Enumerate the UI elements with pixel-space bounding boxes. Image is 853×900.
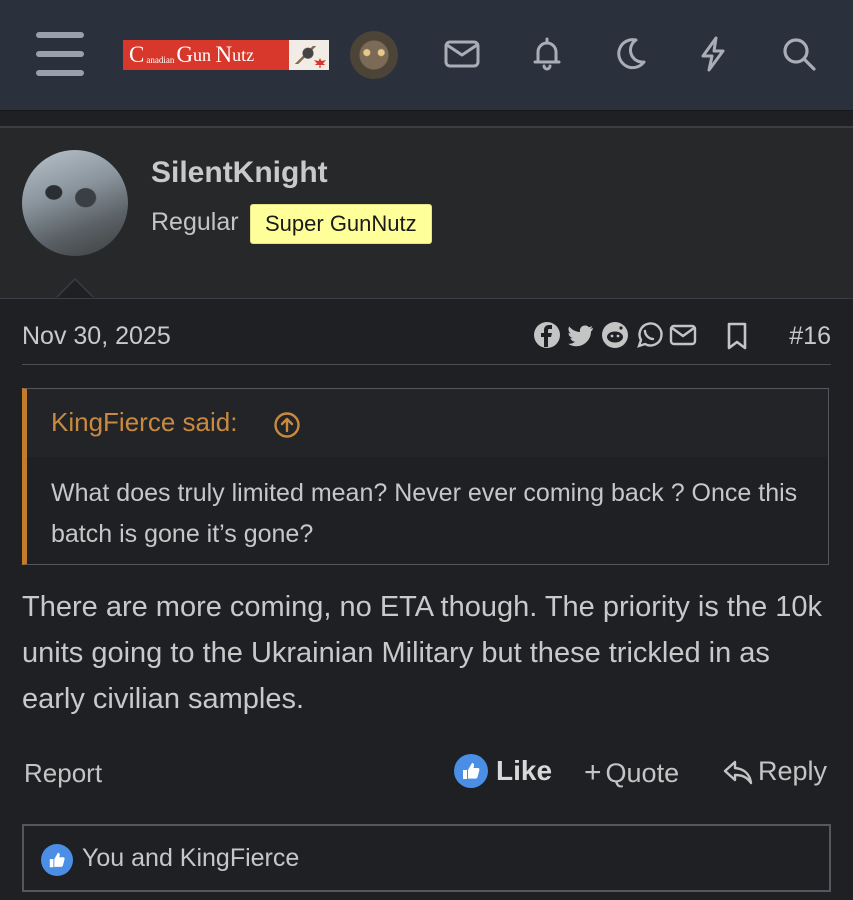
plus-icon: + [584,756,602,789]
reply-arrow-icon [722,758,754,786]
post-meta-bar: Nov 30, 2025 #16 [22,318,831,365]
quote-label: Quote [605,757,680,788]
reply-button[interactable]: Reply [722,756,827,787]
twitter-icon[interactable] [566,320,598,352]
bell-icon[interactable] [527,34,567,74]
quote-author[interactable]: KingFierce said: [51,407,237,438]
bolt-icon[interactable] [693,34,733,74]
post-number-link[interactable]: #16 [789,322,831,351]
top-navigation-bar: Canadian Gun Nutz [0,0,853,111]
report-link[interactable]: Report [24,758,102,789]
user-banner-badge: Super GunNutz [250,204,432,244]
like-label: Like [496,755,553,786]
post-actions: Report Like + Quote Reply [22,752,831,796]
author-user-title: Regular [151,208,239,236]
share-buttons [532,320,700,352]
post-date[interactable]: Nov 30, 2025 [22,322,171,351]
reddit-icon[interactable] [600,320,632,352]
site-logo[interactable]: Canadian Gun Nutz [123,40,329,70]
thumbs-up-icon [41,844,73,876]
post-author-block: SilentKnight Regular Super GunNutz [0,126,853,299]
logo-emblem [289,40,329,70]
author-avatar[interactable] [22,150,128,256]
menu-icon[interactable] [36,32,84,76]
post-body-text: There are more coming, no ETA though. Th… [22,591,823,715]
envelope-icon[interactable] [442,34,482,74]
arrow-up-circle-icon[interactable] [273,411,301,439]
quote-text: What does truly limited mean? Never ever… [51,479,798,548]
author-name[interactable]: SilentKnight [151,156,328,190]
quote-block: KingFierce said: What does truly limited… [22,388,829,565]
reactions-bar: You and KingFierce [22,824,831,892]
quote-button[interactable]: + Quote [584,756,679,790]
like-button[interactable]: Like [454,754,552,788]
quote-header: KingFierce said: [27,389,828,457]
reply-label: Reply [758,756,828,786]
search-icon[interactable] [779,34,819,74]
email-icon[interactable] [668,320,700,352]
reactions-list-link[interactable]: You and KingFierce [82,844,299,873]
thumbs-up-icon [454,754,488,788]
facebook-icon[interactable] [532,320,564,352]
bookmark-icon[interactable] [722,320,752,352]
whatsapp-icon[interactable] [634,320,666,352]
author-arrow-notch [56,278,94,298]
moon-icon[interactable] [610,34,650,74]
user-avatar[interactable] [350,31,398,79]
